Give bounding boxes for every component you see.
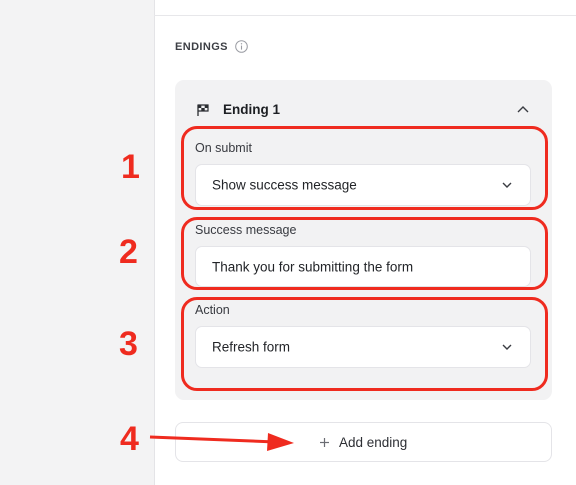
- flag-icon: [197, 104, 209, 116]
- ending-title: Ending 1: [223, 102, 280, 117]
- top-divider: [154, 15, 576, 16]
- annotation-box-3: [181, 297, 548, 391]
- add-ending-label: Add ending: [339, 435, 408, 450]
- section-title: ENDINGS: [175, 41, 228, 53]
- annotation-box-1: [181, 126, 548, 210]
- annotation-number-4: 4: [120, 420, 139, 458]
- annotation-number-3: 3: [119, 325, 138, 363]
- info-icon[interactable]: [235, 40, 248, 53]
- annotation-box-2: [181, 217, 548, 290]
- annotation-number-1: 1: [121, 148, 140, 186]
- plus-icon: [320, 438, 329, 447]
- annotation-arrow: [149, 433, 294, 451]
- annotation-number-2: 2: [119, 233, 138, 271]
- chevron-up-icon[interactable]: [515, 102, 531, 116]
